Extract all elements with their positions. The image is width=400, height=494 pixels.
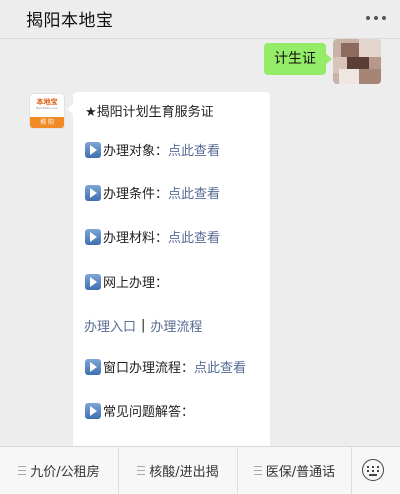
- list-item: 办理材料： 点此查看: [85, 227, 220, 246]
- view-link-materials[interactable]: 点此查看: [168, 227, 220, 246]
- sent-message[interactable]: 计生证: [264, 43, 332, 75]
- view-link-target[interactable]: 点此查看: [168, 140, 220, 159]
- list-item: 办理条件： 点此查看: [85, 183, 220, 202]
- avatar-city: 揭 阳: [30, 117, 64, 128]
- menu-item-insurance[interactable]: 医保/普通话: [238, 447, 352, 494]
- more-dots-icon[interactable]: [366, 12, 388, 22]
- list-item: 办理对象： 点此查看: [85, 140, 220, 159]
- view-link-conditions[interactable]: 点此查看: [168, 183, 220, 202]
- menu-label: 九价/公租房: [30, 465, 100, 480]
- menu-item-testing[interactable]: 核酸/进出揭: [119, 447, 238, 494]
- bottom-menu: 九价/公租房 核酸/进出揭 医保/普通话: [0, 446, 400, 494]
- menu-label: 核酸/进出揭: [149, 465, 219, 480]
- item-label: 窗口办理流程：: [103, 361, 195, 376]
- list-item: 常见问题解答：: [85, 401, 194, 420]
- avatar-url: Bendibao.com: [36, 106, 58, 110]
- play-icon: [85, 141, 101, 158]
- play-icon: [85, 228, 101, 245]
- item-label: 常见问题解答：: [103, 405, 195, 420]
- view-link-window[interactable]: 点此查看: [194, 357, 246, 376]
- play-icon: [85, 358, 101, 375]
- menu-icon: [253, 466, 262, 475]
- online-links: 办理入口 | 办理流程: [84, 316, 202, 335]
- menu-icon: [137, 466, 146, 475]
- item-label: 办理材料：: [103, 231, 169, 246]
- online-entry-link[interactable]: 办理入口: [84, 316, 136, 335]
- bot-avatar[interactable]: 本地宝 Bendibao.com 揭 阳: [30, 94, 64, 128]
- item-label: 网上办理：: [103, 276, 169, 291]
- keyboard-icon[interactable]: [362, 459, 384, 481]
- menu-item-vaccine[interactable]: 九价/公租房: [0, 447, 119, 494]
- received-message: ★揭阳计划生育服务证 办理对象： 点此查看 办理条件： 点此查看 办理材料： 点…: [73, 92, 270, 452]
- menu-icon: [18, 466, 27, 475]
- top-bar: 揭阳本地宝: [0, 0, 400, 39]
- item-label: 办理对象：: [103, 144, 169, 159]
- item-label: 办理条件：: [103, 187, 169, 202]
- list-item: 网上办理：: [85, 272, 168, 291]
- menu-label: 医保/普通话: [265, 465, 336, 480]
- list-item: 窗口办理流程： 点此查看: [85, 357, 246, 376]
- page-title: 揭阳本地宝: [26, 11, 114, 31]
- play-icon: [85, 273, 101, 290]
- play-icon: [85, 184, 101, 201]
- user-avatar[interactable]: [333, 39, 381, 84]
- message-heading: ★揭阳计划生育服务证: [85, 105, 214, 120]
- online-flow-link[interactable]: 办理流程: [150, 316, 202, 335]
- play-icon: [85, 402, 101, 419]
- link-separator: |: [141, 318, 146, 333]
